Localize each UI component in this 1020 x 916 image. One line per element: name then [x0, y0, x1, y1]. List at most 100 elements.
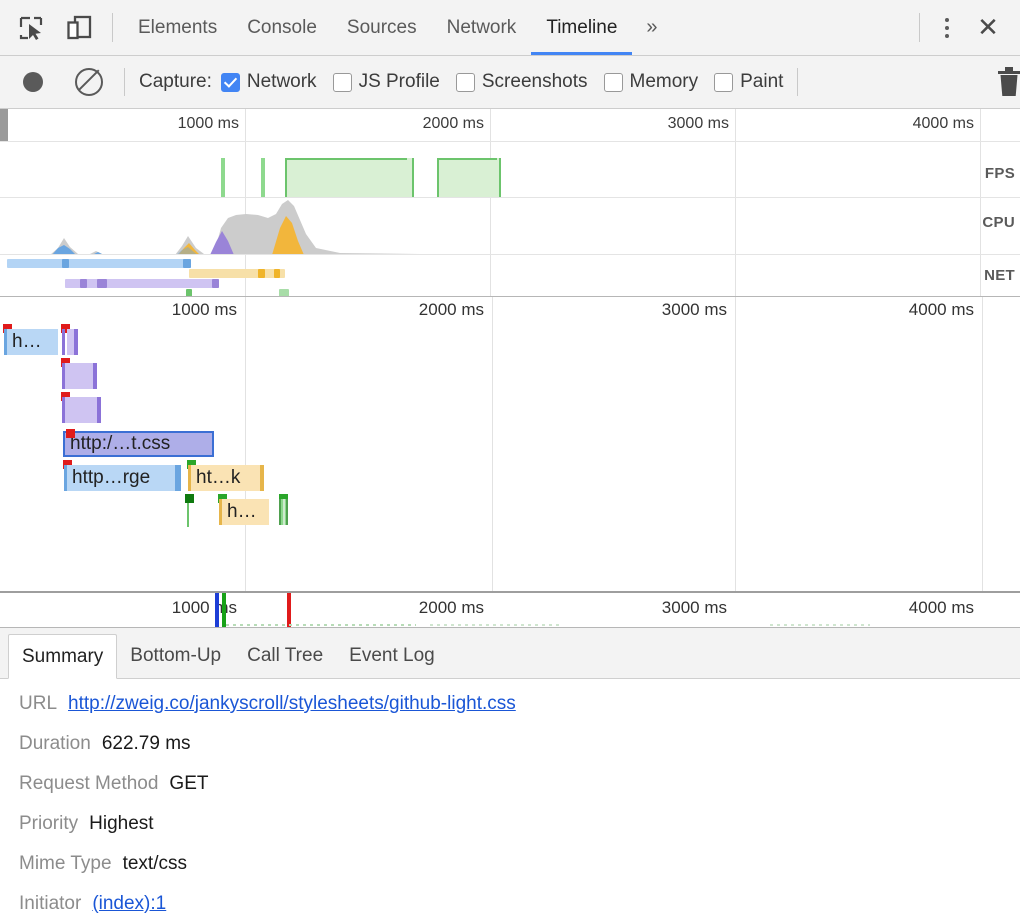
checkbox-memory-label: Memory [630, 71, 699, 93]
net-request-bar [186, 289, 192, 297]
tabbar-right-icons: ✕ [913, 0, 1020, 55]
tab-elements[interactable]: Elements [123, 0, 232, 55]
request-bar[interactable]: http…rge [64, 465, 181, 491]
details-panel: Summary Bottom-Up Call Tree Event Log UR… [0, 627, 1020, 916]
summary-value-duration: 622.79 ms [102, 733, 191, 755]
checkbox-js-profile-box[interactable] [333, 73, 352, 92]
net-request-bar [183, 259, 191, 268]
footer-tick-label: 4000 ms [909, 598, 980, 618]
footer-tick-label: 3000 ms [662, 598, 733, 618]
request-bar[interactable] [62, 329, 65, 355]
overview-band-net: NET [0, 255, 1020, 296]
tab-event-log[interactable]: Event Log [336, 633, 448, 678]
event-trail-line [226, 624, 416, 626]
devtools-window: Elements Console Sources Network Timelin… [0, 0, 1020, 916]
network-waterfall[interactable]: 1000 ms 2000 ms 3000 ms 4000 ms h… [0, 297, 1020, 627]
waterfall-ruler[interactable]: 1000 ms 2000 ms 3000 ms 4000 ms [0, 297, 1020, 325]
waterfall-row-selected[interactable]: http:/…t.css [0, 427, 1020, 461]
capture-divider-right [797, 68, 798, 96]
request-bar[interactable] [62, 363, 97, 389]
summary-value-initiator[interactable]: (index):1 [92, 893, 166, 915]
trash-icon[interactable] [996, 67, 1020, 102]
capture-checkbox-paint[interactable]: Paint [714, 71, 783, 93]
request-bar-label: ht…k [191, 465, 260, 491]
request-bar[interactable]: h… [219, 499, 269, 525]
checkbox-paint-box[interactable] [714, 73, 733, 92]
devtools-tabbar: Elements Console Sources Network Timelin… [0, 0, 1020, 56]
capture-checkbox-network[interactable]: Network [221, 71, 317, 93]
more-options-icon[interactable] [930, 11, 964, 45]
summary-content: URL http://zweig.co/jankyscroll/styleshe… [0, 679, 1020, 916]
request-bar[interactable]: h… [4, 329, 58, 355]
request-bar[interactable] [279, 499, 288, 525]
capture-label: Capture: [139, 71, 212, 93]
checkbox-paint-label: Paint [740, 71, 783, 93]
waterfall-row[interactable] [0, 359, 1020, 393]
waterfall-tick-label: 2000 ms [419, 300, 490, 320]
checkbox-screenshots-label: Screenshots [482, 71, 588, 93]
capture-checkbox-screenshots[interactable]: Screenshots [456, 71, 588, 93]
request-bar-label: http…rge [67, 465, 175, 491]
summary-key: Mime Type [19, 853, 112, 875]
request-bar[interactable] [67, 329, 78, 355]
overview-tick-label: 1000 ms [178, 115, 245, 133]
tab-sources[interactable]: Sources [332, 0, 432, 55]
net-request-bar [189, 269, 285, 278]
tab-call-tree[interactable]: Call Tree [234, 633, 336, 678]
checkbox-js-profile-label: JS Profile [359, 71, 440, 93]
capture-checkbox-js-profile[interactable]: JS Profile [333, 71, 440, 93]
overview-band-cpu: CPU [0, 198, 1020, 255]
summary-row-url: URL http://zweig.co/jankyscroll/styleshe… [0, 693, 1020, 733]
waterfall-tick-label: 4000 ms [909, 300, 980, 320]
close-icon[interactable]: ✕ [968, 8, 1008, 48]
summary-value-url[interactable]: http://zweig.co/jankyscroll/stylesheets/… [68, 693, 516, 715]
record-icon[interactable] [16, 65, 50, 99]
waterfall-row[interactable]: h… [0, 495, 1020, 529]
summary-row-initiator: Initiator (index):1 [0, 893, 1020, 916]
capture-toolbar: Capture: Network JS Profile Screenshots … [0, 56, 1020, 109]
request-bar[interactable]: http:/…t.css [63, 431, 214, 457]
more-tabs-icon[interactable]: » [632, 0, 671, 55]
fps-bar [261, 158, 265, 198]
tab-console[interactable]: Console [232, 0, 332, 55]
checkbox-memory-box[interactable] [604, 73, 623, 92]
waterfall-tick-label: 1000 ms [172, 300, 243, 320]
overview-tick-label: 2000 ms [423, 115, 490, 133]
summary-key: Request Method [19, 773, 158, 795]
tab-summary[interactable]: Summary [8, 634, 117, 679]
footer-tick-label: 1000 ms [172, 598, 243, 618]
waterfall-row[interactable] [0, 393, 1020, 427]
dom-content-loaded-marker[interactable] [215, 593, 219, 627]
request-bar[interactable]: ht…k [188, 465, 264, 491]
panel-tabs: Elements Console Sources Network Timelin… [123, 0, 672, 55]
summary-key: Duration [19, 733, 91, 755]
summary-row-request-method: Request Method GET [0, 773, 1020, 813]
load-event-marker[interactable] [287, 593, 291, 627]
checkbox-screenshots-box[interactable] [456, 73, 475, 92]
waterfall-footer-ruler[interactable]: 1000 ms 2000 ms 3000 ms 4000 ms [0, 591, 1020, 627]
overview-ruler[interactable]: 1000 ms 2000 ms 3000 ms 4000 ms [0, 109, 1020, 142]
fps-region [437, 158, 501, 198]
first-paint-marker[interactable] [222, 593, 226, 627]
timeline-overview[interactable]: 1000 ms 2000 ms 3000 ms 4000 ms FPS [0, 109, 1020, 297]
request-bar[interactable] [62, 397, 101, 423]
tab-network[interactable]: Network [432, 0, 532, 55]
tab-bottom-up[interactable]: Bottom-Up [117, 633, 234, 678]
clear-icon[interactable] [72, 65, 106, 99]
device-toolbar-icon[interactable] [62, 11, 96, 45]
summary-row-mime-type: Mime Type text/css [0, 853, 1020, 893]
overview-window-handle[interactable] [0, 109, 8, 141]
tab-timeline[interactable]: Timeline [531, 0, 632, 55]
fps-region [285, 158, 414, 198]
request-bar-label: http:/…t.css [65, 433, 212, 455]
capture-checkbox-memory[interactable]: Memory [604, 71, 699, 93]
net-request-bar [212, 279, 219, 288]
waterfall-row[interactable]: http…rge ht…k [0, 461, 1020, 495]
inspect-element-icon[interactable] [14, 11, 48, 45]
band-label-net: NET [984, 267, 1015, 284]
checkbox-network-box[interactable] [221, 73, 240, 92]
waterfall-row[interactable]: h… [0, 325, 1020, 359]
waterfall-tick-label: 3000 ms [662, 300, 733, 320]
tabbar-left-icons [0, 0, 102, 55]
toolbar-divider-right [919, 13, 920, 42]
